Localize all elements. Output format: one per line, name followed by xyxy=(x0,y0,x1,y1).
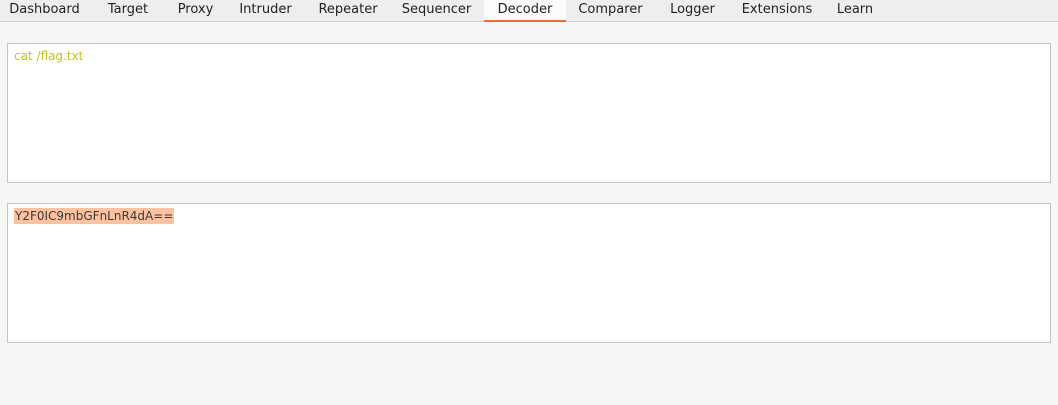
tab-repeater[interactable]: Repeater xyxy=(307,0,389,22)
tab-logger[interactable]: Logger xyxy=(655,0,730,22)
decoder-output-editor[interactable]: Y2F0IC9mbGFnLnR4dA== xyxy=(7,203,1051,343)
decoder-input-text: cat /flag.txt xyxy=(14,49,84,63)
tab-proxy[interactable]: Proxy xyxy=(167,0,224,22)
main-tab-bar: Dashboard Target Proxy Intruder Repeater… xyxy=(0,0,1058,22)
decoder-output-text: Y2F0IC9mbGFnLnR4dA== xyxy=(14,208,175,224)
tab-learn[interactable]: Learn xyxy=(824,0,886,22)
decoder-input-editor[interactable]: cat /flag.txt xyxy=(7,43,1051,183)
tab-extensions[interactable]: Extensions xyxy=(730,0,824,22)
tab-target[interactable]: Target xyxy=(89,0,167,22)
tab-dashboard[interactable]: Dashboard xyxy=(0,0,89,22)
tab-decoder[interactable]: Decoder xyxy=(484,0,566,22)
tab-intruder[interactable]: Intruder xyxy=(224,0,307,22)
tab-sequencer[interactable]: Sequencer xyxy=(389,0,484,22)
tab-comparer[interactable]: Comparer xyxy=(566,0,655,22)
